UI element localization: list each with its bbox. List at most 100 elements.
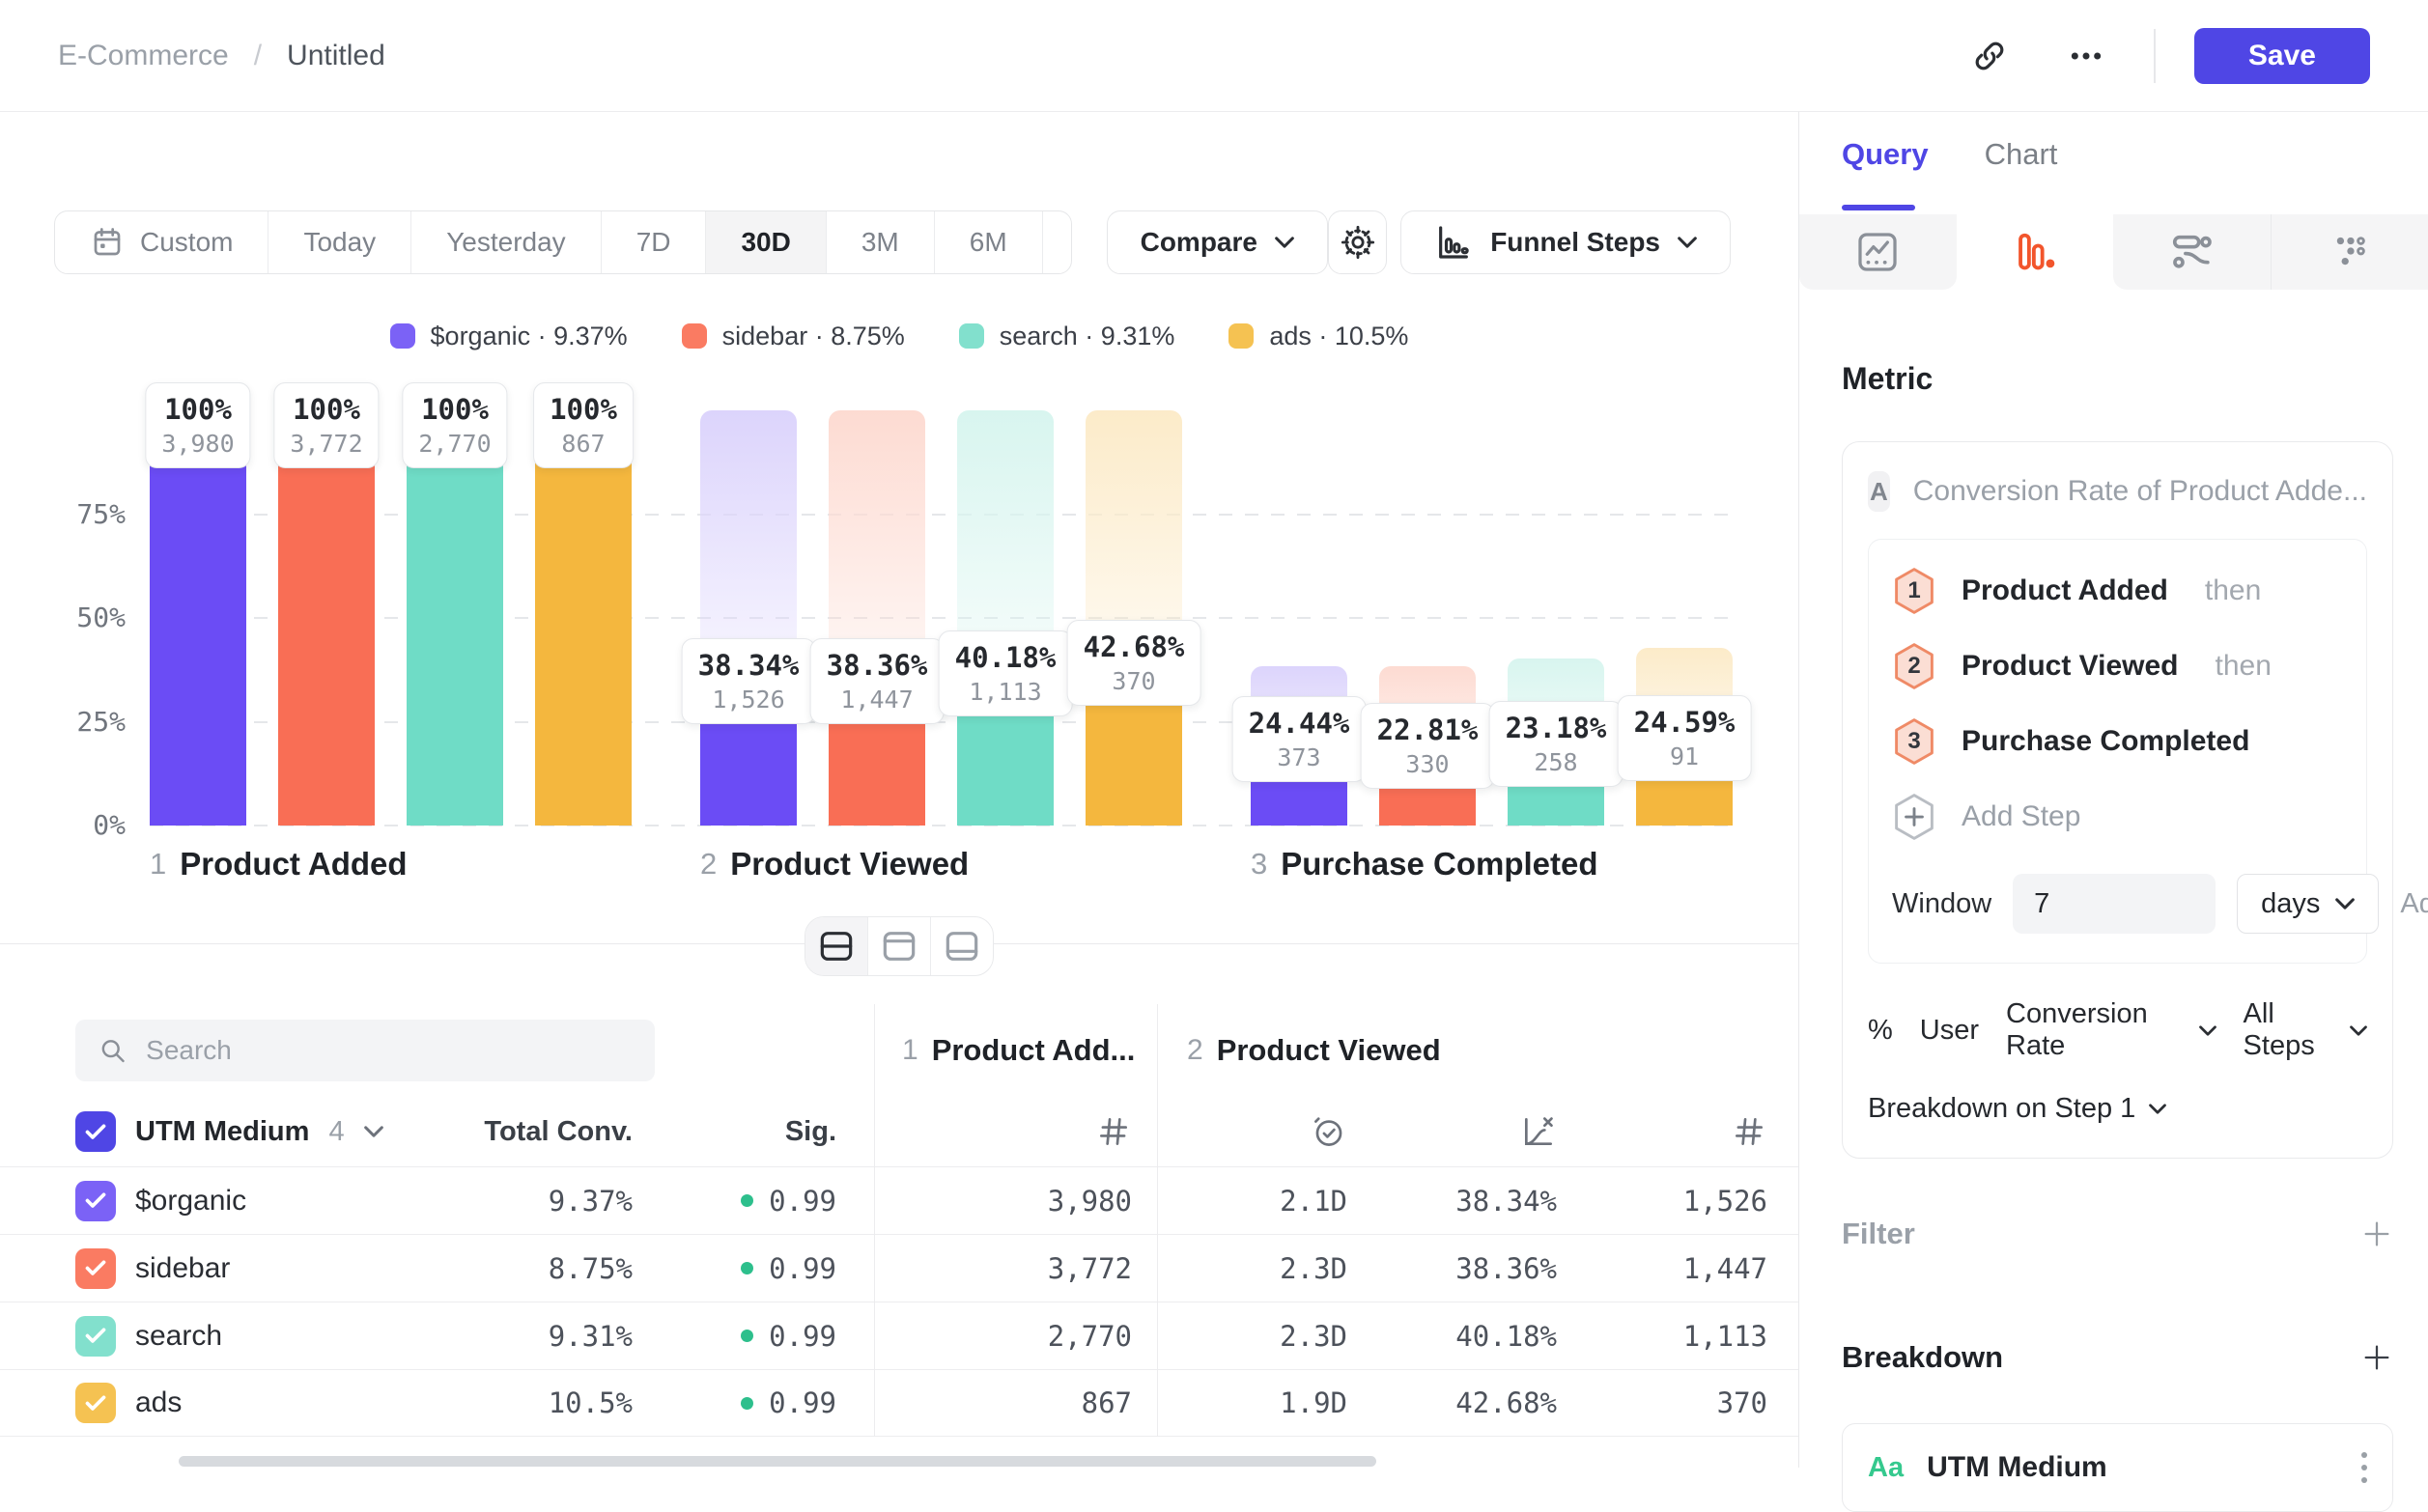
advanced-toggle[interactable]: Advanced xyxy=(2400,888,2428,920)
horizontal-scrollbar[interactable] xyxy=(179,1456,1376,1467)
measure-scope-select[interactable]: All Steps xyxy=(2244,998,2367,1062)
row-name-cell[interactable]: ads xyxy=(75,1369,442,1437)
funnel-bar[interactable] xyxy=(407,410,503,826)
measure-metric-select[interactable]: Conversion Rate xyxy=(2006,998,2216,1062)
window-unit-label: days xyxy=(2261,888,2320,920)
step-then-label: then xyxy=(2205,574,2261,607)
range-yesterday[interactable]: Yesterday xyxy=(411,211,602,273)
total-conv-cell: 9.31% xyxy=(442,1302,633,1369)
tab-retention-grid[interactable] xyxy=(2271,214,2428,290)
bar-percent: 22.81% xyxy=(1377,714,1479,746)
select-all-checkbox[interactable] xyxy=(75,1111,116,1152)
add-filter-button[interactable] xyxy=(2360,1218,2393,1250)
breakdown-property-card[interactable]: Aa UTM Medium xyxy=(1842,1423,2393,1512)
bottom-panel-layout-icon xyxy=(945,931,979,962)
range-3m[interactable]: 3M xyxy=(827,211,935,273)
y-axis: 75%50%25%0% xyxy=(0,410,126,826)
row-name-cell[interactable]: search xyxy=(75,1302,442,1369)
breakdown-kebab-menu[interactable] xyxy=(2361,1452,2367,1483)
tab-funnel-chart[interactable] xyxy=(1957,214,2114,290)
step1-count-cell: 3,772 xyxy=(874,1234,1157,1302)
range-12m[interactable]: 12M xyxy=(1043,211,1072,273)
breadcrumb-separator: / xyxy=(254,40,262,72)
y-axis-tick: 75% xyxy=(76,498,126,530)
layout-table-only-button[interactable] xyxy=(930,917,993,975)
funnel-bar[interactable] xyxy=(150,410,246,826)
chevron-down-icon xyxy=(1275,236,1294,249)
total-conv-header[interactable]: Total Conv. xyxy=(442,1097,633,1166)
advanced-label: Advanced xyxy=(2400,888,2428,920)
save-button[interactable]: Save xyxy=(2194,28,2370,84)
breadcrumb-workspace[interactable]: E-Commerce xyxy=(58,40,229,72)
metric-name-row[interactable]: A Conversion Rate of Product Adde... xyxy=(1868,471,2367,512)
metric-card: A Conversion Rate of Product Adde... 1 P… xyxy=(1842,441,2393,1159)
range-today[interactable]: Today xyxy=(268,211,411,273)
tab-query[interactable]: Query xyxy=(1842,137,1929,214)
funnel-step-3[interactable]: 3 Purchase Completed xyxy=(1892,717,2343,766)
legend-swatch xyxy=(390,323,415,349)
funnel-bar[interactable] xyxy=(278,410,375,826)
bar-slot: 24.59%91 xyxy=(1636,410,1733,826)
chart-settings-button[interactable] xyxy=(1328,210,1387,274)
chevron-down-icon xyxy=(2149,1103,2166,1115)
bar-count: 258 xyxy=(1506,748,1607,776)
step-number: 2 xyxy=(700,847,717,882)
step-name: Product Viewed xyxy=(730,846,969,882)
step2-count-header[interactable] xyxy=(1581,1097,1798,1166)
funnel-step-1[interactable]: 1 Product Added then xyxy=(1892,567,2343,615)
tab-line-chart[interactable] xyxy=(1799,214,1957,290)
layout-split-button[interactable] xyxy=(805,917,867,975)
funnel-steps-card: 1 Product Added then 2 Product Viewed th… xyxy=(1868,539,2367,964)
row-checkbox[interactable] xyxy=(75,1248,116,1289)
sig-cell: 0.99 xyxy=(633,1166,874,1234)
bar-count: 330 xyxy=(1377,750,1479,778)
search-box[interactable] xyxy=(75,1020,655,1081)
step1-count-cell: 867 xyxy=(874,1369,1157,1437)
avg-time-header[interactable] xyxy=(1157,1097,1371,1166)
row-name-cell[interactable]: sidebar xyxy=(75,1234,442,1302)
sig-header[interactable]: Sig. xyxy=(633,1097,874,1166)
search-input[interactable] xyxy=(146,1035,632,1066)
range-30d[interactable]: 30D xyxy=(706,211,826,273)
sig-dot xyxy=(741,1397,753,1410)
more-options-button[interactable] xyxy=(2057,27,2115,85)
add-breakdown-button[interactable] xyxy=(2360,1341,2393,1374)
funnel-bar[interactable] xyxy=(535,410,632,826)
avg-time-cell: 1.9D xyxy=(1157,1369,1371,1437)
row-checkbox[interactable] xyxy=(75,1383,116,1423)
tab-chart[interactable]: Chart xyxy=(1985,137,2058,214)
table-pad xyxy=(0,1234,75,1302)
step1-count-header[interactable] xyxy=(874,1097,1157,1166)
row-checkbox[interactable] xyxy=(75,1181,116,1221)
breakdown-column-header[interactable]: UTM Medium 4 xyxy=(75,1097,442,1166)
breakdown-step-select[interactable]: Breakdown on Step 1 xyxy=(1868,1093,2166,1125)
counting-method-label[interactable]: User xyxy=(1920,1015,1979,1047)
row-checkbox[interactable] xyxy=(75,1316,116,1357)
legend-item[interactable]: sidebar · 8.75% xyxy=(682,322,905,351)
add-step-button[interactable]: Add Step xyxy=(1892,793,2343,841)
funnel-step-2[interactable]: 2 Product Viewed then xyxy=(1892,642,2343,690)
share-link-button[interactable] xyxy=(1961,27,2019,85)
window-unit-select[interactable]: days xyxy=(2237,874,2379,934)
step2-count-cell: 370 xyxy=(1581,1369,1798,1437)
row-name-cell[interactable]: $organic xyxy=(75,1166,442,1234)
legend-item[interactable]: search · 9.31% xyxy=(959,322,1175,351)
tab-flow-chart[interactable] xyxy=(2113,214,2271,290)
bar-percent: 38.36% xyxy=(827,649,928,682)
legend-item[interactable]: ads · 10.5% xyxy=(1228,322,1408,351)
legend-item[interactable]: $organic · 9.37% xyxy=(390,322,628,351)
conv-rate-header[interactable] xyxy=(1371,1097,1581,1166)
layout-chart-only-button[interactable] xyxy=(867,917,930,975)
range-6m[interactable]: 6M xyxy=(935,211,1043,273)
step1-count-cell: 3,980 xyxy=(874,1166,1157,1234)
search-icon xyxy=(99,1035,127,1066)
chart-type-button[interactable]: Funnel Steps xyxy=(1400,210,1731,274)
clock-check-icon xyxy=(1311,1113,1347,1150)
range-custom[interactable]: Custom xyxy=(55,211,268,273)
compare-button[interactable]: Compare xyxy=(1107,210,1328,274)
window-value-input[interactable] xyxy=(2013,874,2216,934)
bar-slot: 24.44%373 xyxy=(1251,410,1347,826)
breadcrumb-report-title[interactable]: Untitled xyxy=(287,40,385,72)
range-7d[interactable]: 7D xyxy=(602,211,707,273)
bar-count: 1,113 xyxy=(955,678,1057,706)
